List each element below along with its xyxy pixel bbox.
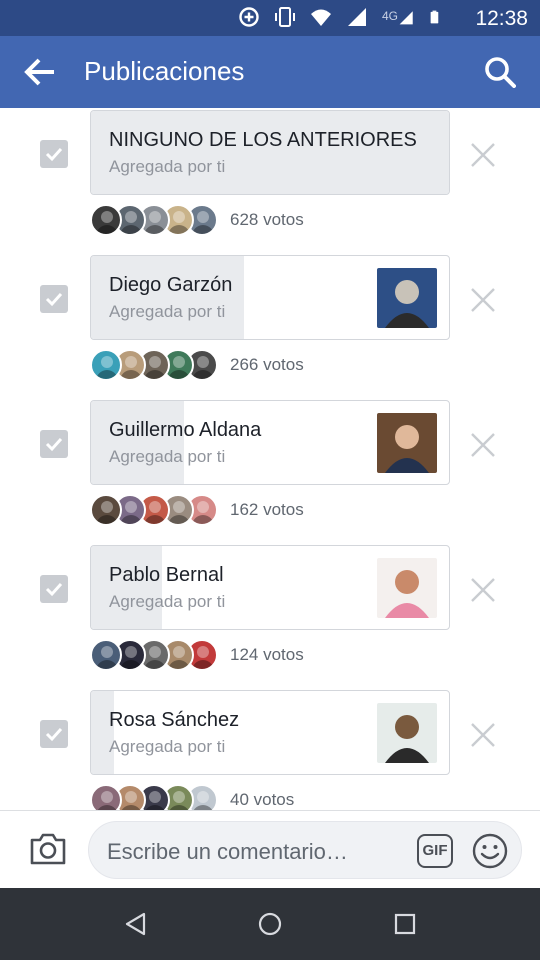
data-saver-icon xyxy=(239,7,259,27)
option-photo xyxy=(377,413,437,473)
search-icon[interactable] xyxy=(484,56,516,88)
option-card[interactable]: NINGUNO DE LOS ANTERIORES Agregada por t… xyxy=(90,110,450,195)
camera-icon[interactable] xyxy=(28,831,68,867)
battery-icon xyxy=(430,10,439,24)
signal-4g-icon xyxy=(399,11,413,25)
wifi-icon xyxy=(310,9,331,26)
close-icon[interactable] xyxy=(470,722,496,748)
comment-placeholder: Escribe un comentario… xyxy=(107,839,348,864)
vote-count[interactable]: 628 votos xyxy=(230,210,304,230)
option-checkbox[interactable] xyxy=(40,575,68,603)
poll-option: Pablo Bernal Agregada por ti 124 votos xyxy=(0,545,540,690)
check-icon xyxy=(45,727,63,742)
vibrate-icon xyxy=(274,7,295,27)
voter-avatars[interactable]: 40 votos xyxy=(90,783,294,810)
voter-avatar[interactable] xyxy=(90,349,122,381)
close-icon[interactable] xyxy=(470,577,496,603)
close-icon[interactable] xyxy=(470,142,496,168)
vote-share-fill xyxy=(91,401,184,484)
option-checkbox[interactable] xyxy=(40,430,68,458)
option-name: NINGUNO DE LOS ANTERIORES xyxy=(109,129,417,151)
vote-count[interactable]: 162 votos xyxy=(230,500,304,520)
close-icon[interactable] xyxy=(470,432,496,458)
vote-share-fill xyxy=(91,546,162,629)
voter-avatars[interactable]: 628 votos xyxy=(90,203,304,237)
check-icon xyxy=(45,582,63,597)
option-photo xyxy=(377,558,437,618)
app-bar: Publicaciones xyxy=(0,36,540,108)
page-title: Publicaciones xyxy=(84,56,245,86)
option-added-by: Agregada por ti xyxy=(109,447,226,466)
option-checkbox[interactable] xyxy=(40,140,68,168)
option-photo xyxy=(377,703,437,763)
option-added-by: Agregada por ti xyxy=(109,157,226,176)
vote-share-fill xyxy=(91,256,244,339)
comment-composer: Escribe un comentario… GIF xyxy=(0,810,540,888)
option-card[interactable]: Rosa Sánchez Agregada por ti xyxy=(90,690,450,775)
option-name: Pablo Bernal xyxy=(109,564,224,586)
recents-square-icon[interactable] xyxy=(391,910,419,938)
option-added-by: Agregada por ti xyxy=(109,592,226,611)
voter-avatar[interactable] xyxy=(90,494,122,526)
option-card[interactable]: Diego Garzón Agregada por ti xyxy=(90,255,450,340)
voter-avatar[interactable] xyxy=(90,204,122,236)
option-checkbox[interactable] xyxy=(40,720,68,748)
voter-avatars[interactable]: 124 votos xyxy=(90,638,304,672)
close-icon[interactable] xyxy=(470,287,496,313)
vote-share-fill xyxy=(91,691,114,774)
voter-avatar[interactable] xyxy=(90,639,122,671)
status-bar: 4G 12:38 xyxy=(0,0,540,36)
voter-avatars[interactable]: 266 votos xyxy=(90,348,304,382)
poll-option: Rosa Sánchez Agregada por ti 40 votos xyxy=(0,690,540,810)
option-name: Rosa Sánchez xyxy=(109,709,240,731)
vote-count[interactable]: 266 votos xyxy=(230,355,304,375)
signal-icon xyxy=(347,8,366,26)
arrow-left-icon[interactable] xyxy=(24,58,58,86)
poll-option: NINGUNO DE LOS ANTERIORES Agregada por t… xyxy=(0,110,540,255)
back-triangle-icon[interactable] xyxy=(122,910,150,938)
option-checkbox[interactable] xyxy=(40,285,68,313)
option-added-by: Agregada por ti xyxy=(109,737,226,756)
option-name: Guillermo Aldana xyxy=(109,419,262,441)
option-card[interactable]: Pablo Bernal Agregada por ti xyxy=(90,545,450,630)
option-card[interactable]: Guillermo Aldana Agregada por ti xyxy=(90,400,450,485)
comment-input[interactable]: Escribe un comentario… GIF xyxy=(88,821,522,879)
system-nav-bar xyxy=(0,888,540,960)
clock: 12:38 xyxy=(475,7,528,30)
check-icon xyxy=(45,147,63,162)
voter-avatar[interactable] xyxy=(90,784,122,810)
poll-option: Guillermo Aldana Agregada por ti 162 vot… xyxy=(0,400,540,545)
poll-option: Diego Garzón Agregada por ti 266 votos xyxy=(0,255,540,400)
check-icon xyxy=(45,437,63,452)
network-type-label: 4G xyxy=(381,9,398,23)
check-icon xyxy=(45,292,63,307)
home-circle-icon[interactable] xyxy=(256,910,284,938)
emoji-icon[interactable] xyxy=(471,832,509,870)
option-photo xyxy=(377,268,437,328)
option-added-by: Agregada por ti xyxy=(109,302,226,321)
vote-share-fill xyxy=(91,111,449,194)
voter-avatars[interactable]: 162 votos xyxy=(90,493,304,527)
poll-list: NINGUNO DE LOS ANTERIORES Agregada por t… xyxy=(0,108,540,810)
vote-count[interactable]: 124 votos xyxy=(230,645,304,665)
vote-count[interactable]: 40 votos xyxy=(230,790,294,810)
gif-button[interactable]: GIF xyxy=(417,834,453,868)
option-name: Diego Garzón xyxy=(109,274,233,296)
status-icons: 4G xyxy=(238,6,444,28)
